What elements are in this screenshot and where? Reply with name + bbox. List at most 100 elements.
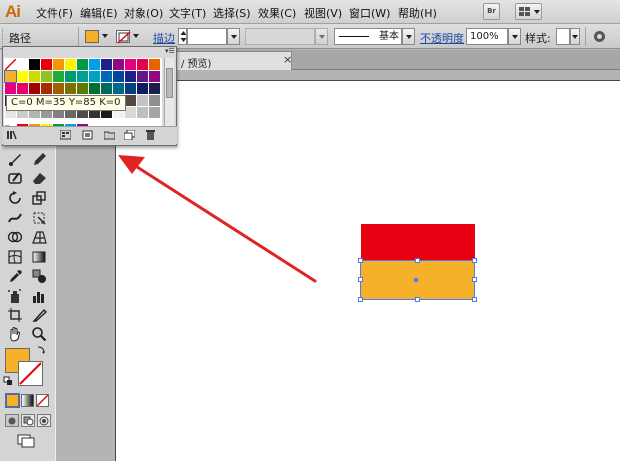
brush-dropdown[interactable] xyxy=(402,28,415,45)
stroke-dropdown-icon[interactable] xyxy=(133,34,139,38)
swatch[interactable] xyxy=(53,71,64,82)
swatch-library-icon[interactable] xyxy=(7,130,18,140)
menu-object[interactable]: 对象(O) xyxy=(124,5,163,21)
scale-tool-icon[interactable] xyxy=(31,190,48,206)
menu-window[interactable]: 窗口(W) xyxy=(349,5,390,21)
swatch[interactable] xyxy=(125,71,136,82)
resize-handle-bottom[interactable] xyxy=(415,297,420,302)
swatch[interactable] xyxy=(65,83,76,94)
swap-fill-stroke-icon[interactable] xyxy=(36,345,46,355)
shape-builder-tool-icon[interactable] xyxy=(7,229,24,245)
menu-edit[interactable]: 编辑(E) xyxy=(80,5,118,21)
swatch-scrollbar[interactable] xyxy=(164,58,174,128)
menu-type[interactable]: 文字(T) xyxy=(169,5,206,21)
arrange-documents-button[interactable] xyxy=(515,3,542,20)
draw-behind-button[interactable] xyxy=(21,414,35,427)
menu-view[interactable]: 视图(V) xyxy=(304,5,342,21)
swatch[interactable] xyxy=(149,83,160,94)
swatch[interactable] xyxy=(125,59,136,70)
swatch[interactable] xyxy=(101,71,112,82)
swatch[interactable] xyxy=(77,59,88,70)
opacity-dropdown[interactable] xyxy=(508,28,521,45)
swatch[interactable] xyxy=(149,95,160,106)
default-fill-stroke-icon[interactable] xyxy=(3,376,13,386)
swatch[interactable] xyxy=(101,59,112,70)
swatch[interactable] xyxy=(29,83,40,94)
none-swatch[interactable] xyxy=(4,58,17,71)
swatch[interactable] xyxy=(137,71,148,82)
delete-swatch-icon[interactable] xyxy=(145,130,156,140)
new-swatch-icon[interactable] xyxy=(124,130,135,140)
swatch[interactable] xyxy=(113,83,124,94)
resize-handle-top-left[interactable] xyxy=(358,258,363,263)
stroke-weight-field[interactable] xyxy=(187,28,227,45)
swatch[interactable] xyxy=(125,107,136,118)
swatch[interactable] xyxy=(113,71,124,82)
eraser-tool-icon[interactable] xyxy=(31,170,48,186)
blob-brush-tool-icon[interactable] xyxy=(7,170,24,186)
fill-color-swatch[interactable] xyxy=(85,30,99,43)
brush-definition-field[interactable]: 基本 xyxy=(334,28,402,45)
paintbrush-tool-icon[interactable] xyxy=(7,151,24,167)
perspective-grid-tool-icon[interactable] xyxy=(31,229,48,245)
swatch[interactable] xyxy=(113,59,124,70)
slice-tool-icon[interactable] xyxy=(31,307,48,323)
stroke-color-box[interactable] xyxy=(18,361,43,386)
swatch[interactable] xyxy=(41,83,52,94)
eyedropper-tool-icon[interactable] xyxy=(7,268,24,284)
swatch[interactable] xyxy=(53,59,64,70)
close-icon[interactable]: × xyxy=(283,53,292,66)
opacity-field[interactable]: 100% xyxy=(466,28,508,45)
swatch[interactable] xyxy=(89,83,100,94)
show-swatch-kinds-icon[interactable] xyxy=(60,130,71,140)
swatch[interactable] xyxy=(137,95,148,106)
menu-effect[interactable]: 效果(C) xyxy=(258,5,296,21)
graphic-style-dropdown[interactable] xyxy=(570,28,580,45)
swatch-options-icon[interactable] xyxy=(82,130,93,140)
new-color-group-icon[interactable] xyxy=(104,130,115,140)
resize-handle-bottom-left[interactable] xyxy=(358,297,363,302)
blend-tool-icon[interactable] xyxy=(31,268,48,284)
bridge-button[interactable]: Br xyxy=(483,3,500,20)
swatch[interactable] xyxy=(29,59,40,70)
free-transform-tool-icon[interactable] xyxy=(31,210,48,226)
swatch[interactable] xyxy=(17,71,28,82)
swatch[interactable] xyxy=(41,71,52,82)
color-mode-button[interactable] xyxy=(5,393,20,408)
swatch[interactable] xyxy=(29,71,40,82)
opacity-link[interactable]: 不透明度 xyxy=(420,30,464,46)
hand-tool-icon[interactable] xyxy=(7,326,24,342)
stroke-label[interactable]: 描边 xyxy=(153,30,175,46)
scroll-thumb[interactable] xyxy=(166,68,173,98)
stroke-weight-spinner[interactable] xyxy=(178,28,187,45)
swatch[interactable] xyxy=(77,83,88,94)
draw-inside-button[interactable] xyxy=(37,414,51,427)
recolor-artwork-icon[interactable] xyxy=(593,30,606,43)
swatch[interactable] xyxy=(17,59,28,70)
resize-handle-top[interactable] xyxy=(415,258,420,263)
stroke-none-swatch[interactable] xyxy=(116,30,131,44)
resize-handle-top-right[interactable] xyxy=(472,258,477,263)
swatch[interactable] xyxy=(125,95,136,106)
swatch[interactable] xyxy=(77,71,88,82)
swatch[interactable] xyxy=(125,83,136,94)
mesh-tool-icon[interactable] xyxy=(7,249,24,265)
fill-dropdown-icon[interactable] xyxy=(102,34,108,38)
gradient-mode-button[interactable] xyxy=(21,394,34,407)
artboard-tool-icon[interactable] xyxy=(7,307,24,323)
swatch[interactable] xyxy=(89,59,100,70)
column-graph-tool-icon[interactable] xyxy=(31,288,48,304)
menu-select[interactable]: 选择(S) xyxy=(213,5,251,21)
none-mode-button[interactable] xyxy=(36,394,49,407)
draw-normal-button[interactable] xyxy=(5,414,19,427)
swatch[interactable] xyxy=(5,83,16,94)
panel-menu-button[interactable]: ▾☰ xyxy=(165,47,176,56)
swatch[interactable] xyxy=(17,83,28,94)
swatch[interactable] xyxy=(53,83,64,94)
resize-handle-left[interactable] xyxy=(358,277,363,282)
panel-grip[interactable] xyxy=(2,29,4,44)
swatch[interactable] xyxy=(137,59,148,70)
swatch[interactable] xyxy=(149,71,160,82)
rotate-tool-icon[interactable] xyxy=(7,190,24,206)
swatch[interactable] xyxy=(137,107,148,118)
